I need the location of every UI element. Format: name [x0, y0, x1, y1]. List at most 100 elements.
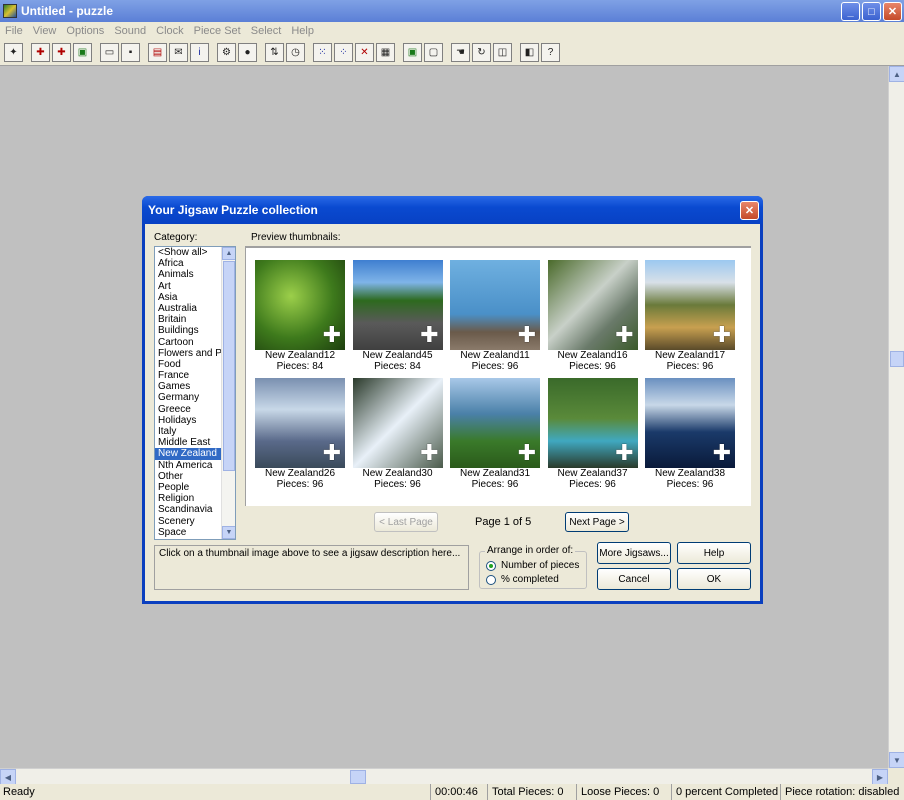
- new-puzzle-pieces-icon[interactable]: ✚: [52, 43, 71, 62]
- hand-icon[interactable]: ☚: [451, 43, 470, 62]
- category-scroll-down-icon[interactable]: ▼: [222, 526, 235, 539]
- category-item[interactable]: Animals: [155, 269, 221, 280]
- layers-icon[interactable]: ◧: [520, 43, 539, 62]
- open-folder-icon[interactable]: ▭: [100, 43, 119, 62]
- mail-icon[interactable]: ✉: [169, 43, 188, 62]
- category-item[interactable]: Buildings: [155, 325, 221, 336]
- thumbnail-image[interactable]: ✚: [255, 260, 345, 350]
- help-button[interactable]: Help: [677, 542, 751, 564]
- scroll-down-icon[interactable]: ▼: [889, 752, 904, 768]
- menu-view[interactable]: View: [28, 25, 62, 37]
- radio-unchecked-icon[interactable]: [486, 574, 496, 585]
- category-item[interactable]: People: [155, 482, 221, 493]
- category-item[interactable]: Middle East: [155, 437, 221, 448]
- category-item[interactable]: Art: [155, 281, 221, 292]
- category-item[interactable]: Germany: [155, 392, 221, 403]
- piece-icon[interactable]: ◫: [493, 43, 512, 62]
- more-jigsaws-button[interactable]: More Jigsaws...: [597, 542, 671, 564]
- thumbnail-image[interactable]: ✚: [352, 260, 443, 350]
- category-item[interactable]: Britain: [155, 314, 221, 325]
- category-item[interactable]: Space: [155, 527, 221, 538]
- settings-icon[interactable]: ⚙: [217, 43, 236, 62]
- category-scrollbar[interactable]: ▲ ▼: [221, 247, 235, 539]
- category-item[interactable]: Italy: [155, 426, 221, 437]
- category-item[interactable]: Scenery: [155, 516, 221, 527]
- save-icon[interactable]: ▪: [121, 43, 140, 62]
- puzzle-thumbnail[interactable]: ✚ New Zealand12 Pieces: 84: [254, 260, 346, 372]
- last-page-button[interactable]: < Last Page: [374, 512, 438, 532]
- vertical-scroll-thumb[interactable]: [890, 351, 904, 367]
- cancel-button[interactable]: Cancel: [597, 568, 671, 590]
- grid-icon[interactable]: ⁙: [313, 43, 332, 62]
- category-scroll-up-icon[interactable]: ▲: [222, 247, 235, 260]
- pattern-icon[interactable]: ▦: [376, 43, 395, 62]
- scroll-up-icon[interactable]: ▲: [889, 66, 904, 82]
- menu-help[interactable]: Help: [286, 25, 319, 37]
- puzzle-thumbnail[interactable]: ✚ New Zealand37 Pieces: 96: [547, 378, 639, 490]
- category-item[interactable]: Games: [155, 381, 221, 392]
- thumbnail-image[interactable]: ✚: [547, 260, 638, 350]
- info-icon[interactable]: i: [190, 43, 209, 62]
- puzzle-thumbnail[interactable]: ✚ New Zealand11 Pieces: 96: [449, 260, 541, 372]
- category-item[interactable]: Cartoon: [155, 337, 221, 348]
- category-item[interactable]: Greece: [155, 404, 221, 415]
- wand-icon[interactable]: ✦: [4, 43, 23, 62]
- vertical-scrollbar[interactable]: ▲ ▼: [888, 66, 904, 768]
- category-item[interactable]: Holidays: [155, 415, 221, 426]
- arrange-percent-completed[interactable]: % completed: [486, 574, 559, 585]
- color-icon[interactable]: ●: [238, 43, 257, 62]
- help-icon[interactable]: ?: [541, 43, 560, 62]
- puzzle-thumbnail[interactable]: ✚ New Zealand26 Pieces: 96: [254, 378, 346, 490]
- radio-checked-icon[interactable]: [486, 560, 496, 571]
- category-item[interactable]: New Zealand: [155, 448, 221, 460]
- scroll-right-icon[interactable]: ▶: [872, 769, 888, 785]
- minimize-button[interactable]: _: [841, 2, 860, 21]
- category-item[interactable]: Nth America: [155, 460, 221, 471]
- picture-icon[interactable]: ▣: [73, 43, 92, 62]
- category-scroll-thumb[interactable]: [223, 261, 235, 471]
- window-icon[interactable]: ▢: [424, 43, 443, 62]
- delete-icon[interactable]: ✕: [355, 43, 374, 62]
- puzzle-thumbnail[interactable]: ✚ New Zealand38 Pieces: 96: [644, 378, 736, 490]
- puzzle-thumbnail[interactable]: ✚ New Zealand45 Pieces: 84: [352, 260, 444, 372]
- close-button[interactable]: ✕: [883, 2, 902, 21]
- puzzle-thumbnail[interactable]: ✚ New Zealand31 Pieces: 96: [449, 378, 541, 490]
- menu-options[interactable]: Options: [61, 25, 109, 37]
- menu-sound[interactable]: Sound: [109, 25, 151, 37]
- grid-edge-icon[interactable]: ⁘: [334, 43, 353, 62]
- category-item[interactable]: Religion: [155, 493, 221, 504]
- print-icon[interactable]: ▤: [148, 43, 167, 62]
- category-item[interactable]: Food: [155, 359, 221, 370]
- ok-button[interactable]: OK: [677, 568, 751, 590]
- thumbnail-image[interactable]: ✚: [450, 260, 540, 350]
- puzzle-thumbnail[interactable]: ✚ New Zealand17 Pieces: 96: [644, 260, 736, 372]
- horizontal-scrollbar[interactable]: ◀ ▶: [0, 768, 888, 785]
- category-item[interactable]: France: [155, 370, 221, 381]
- new-puzzle-icon[interactable]: ✚: [31, 43, 50, 62]
- category-item[interactable]: Other: [155, 471, 221, 482]
- menu-file[interactable]: File: [0, 25, 28, 37]
- category-item[interactable]: Africa: [155, 258, 221, 269]
- thumbnail-image[interactable]: ✚: [645, 260, 735, 350]
- image-view-icon[interactable]: ▣: [403, 43, 422, 62]
- thumbnail-image[interactable]: ✚: [450, 378, 540, 468]
- menu-clock[interactable]: Clock: [151, 25, 189, 37]
- thumbnail-image[interactable]: ✚: [645, 378, 735, 468]
- menu-piece-set[interactable]: Piece Set: [189, 25, 246, 37]
- next-page-button[interactable]: Next Page >: [565, 512, 629, 532]
- maximize-button[interactable]: □: [862, 2, 881, 21]
- clock-icon[interactable]: ◷: [286, 43, 305, 62]
- horizontal-scroll-thumb[interactable]: [350, 770, 366, 784]
- puzzle-thumbnail[interactable]: ✚ New Zealand30 Pieces: 96: [352, 378, 444, 490]
- dialog-close-button[interactable]: ✕: [740, 201, 759, 220]
- category-item[interactable]: Scandinavia: [155, 504, 221, 515]
- thumbnail-image[interactable]: ✚: [255, 378, 345, 468]
- menu-select[interactable]: Select: [246, 25, 287, 37]
- thumbnail-image[interactable]: ✚: [547, 378, 638, 468]
- category-item[interactable]: <Show all>: [155, 247, 221, 258]
- puzzle-thumbnail[interactable]: ✚ New Zealand16 Pieces: 96: [547, 260, 639, 372]
- category-item[interactable]: Australia: [155, 303, 221, 314]
- category-item[interactable]: Asia: [155, 292, 221, 303]
- scroll-left-icon[interactable]: ◀: [0, 769, 16, 785]
- thumbnail-image[interactable]: ✚: [352, 378, 443, 468]
